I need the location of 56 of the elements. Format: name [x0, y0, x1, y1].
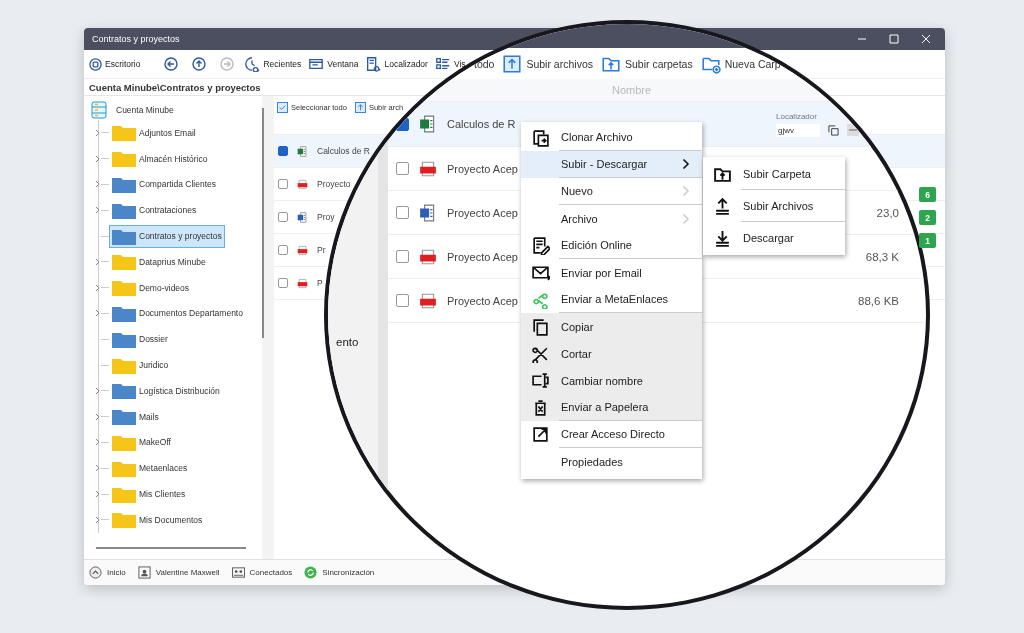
menu-item-label: Copiar — [561, 320, 594, 333]
menu-item-label: Enviar a MetaEnlaces — [561, 293, 668, 305]
status-text: Inicio — [107, 568, 126, 577]
file-name: P — [317, 278, 323, 288]
file-name: Proyecto — [317, 179, 351, 189]
folder-name: Mis Clientes — [139, 489, 186, 500]
empty-text: ento — [336, 336, 359, 348]
menu-item-label: Archivo — [561, 212, 598, 225]
count-badge: 6 — [919, 187, 936, 202]
menu-item-label: Propiedades — [561, 455, 623, 468]
file-name: Proyecto Acep — [447, 162, 518, 175]
file-name: Proyecto Acep — [447, 206, 518, 219]
file-name: Calculos de R — [447, 118, 516, 130]
folder-name: Adjuntos Email — [139, 127, 196, 138]
menu-item-label: Clonar Archivo — [561, 131, 633, 143]
file-size: 68,3 K — [865, 250, 899, 263]
menu-item-label: Subir - Descargar — [561, 158, 648, 170]
count-badge: 1 — [919, 233, 936, 248]
folder-name: Juridico — [139, 360, 169, 371]
menu-item-label: Subir Carpeta — [743, 167, 811, 180]
folder-name: Contrataciones — [139, 205, 197, 216]
window-title: Contratos y proyectos — [92, 34, 181, 44]
menu-item-label: Edición Online — [561, 239, 632, 251]
folder-name: Mails — [139, 411, 159, 422]
menu-item-label: Enviar a Papelera — [561, 401, 649, 413]
file-name: Calculos de R — [317, 146, 370, 156]
menu-item-label: Nuevo — [561, 185, 593, 197]
folder-name: Contratos y proyectos — [139, 231, 222, 242]
menu-item-label: Subir Archivos — [743, 199, 814, 212]
file-name: Proyecto Acep — [447, 250, 518, 263]
file-name: Pr — [317, 245, 326, 255]
menu-item-label: Cambiar nombre — [561, 374, 643, 387]
folder-name: Logística Distribución — [139, 385, 220, 396]
file-name: Proyecto Acep — [447, 294, 518, 307]
menu-item-label: Descargar — [743, 232, 794, 244]
menu-item-label: Enviar por Email — [561, 266, 642, 279]
folder-name: Dossier — [139, 334, 168, 345]
menu-item-label: Cortar — [561, 347, 592, 360]
folder-name: Mis Documentos — [139, 514, 203, 525]
file-size: 88,6 KB — [858, 294, 899, 307]
menu-item-label: Crear Acceso Directo — [561, 428, 665, 440]
folder-name: MakeOff — [139, 437, 171, 448]
folder-name: Compartida Clientes — [139, 179, 216, 190]
status-text: Sincronización — [322, 568, 375, 577]
status-text: Conectados — [249, 568, 293, 577]
file-name: Proy — [317, 212, 335, 222]
folder-name: Metaenlaces — [139, 463, 188, 474]
folder-name: Almacén Histórico — [139, 153, 208, 164]
count-badge: 2 — [919, 210, 936, 225]
folder-name: Demo-videos — [139, 282, 190, 293]
locator-label: Localizador — [776, 111, 818, 121]
status-text: Valentine Maxwell — [155, 568, 220, 577]
breadcrumb-path: Cuenta Minube\Contratos y proyectos — [89, 81, 261, 93]
file-size: 23,0 — [876, 206, 899, 219]
folder-name: Dataprius Minube — [139, 256, 206, 267]
folder-name: Documentos Departamento — [139, 308, 243, 319]
